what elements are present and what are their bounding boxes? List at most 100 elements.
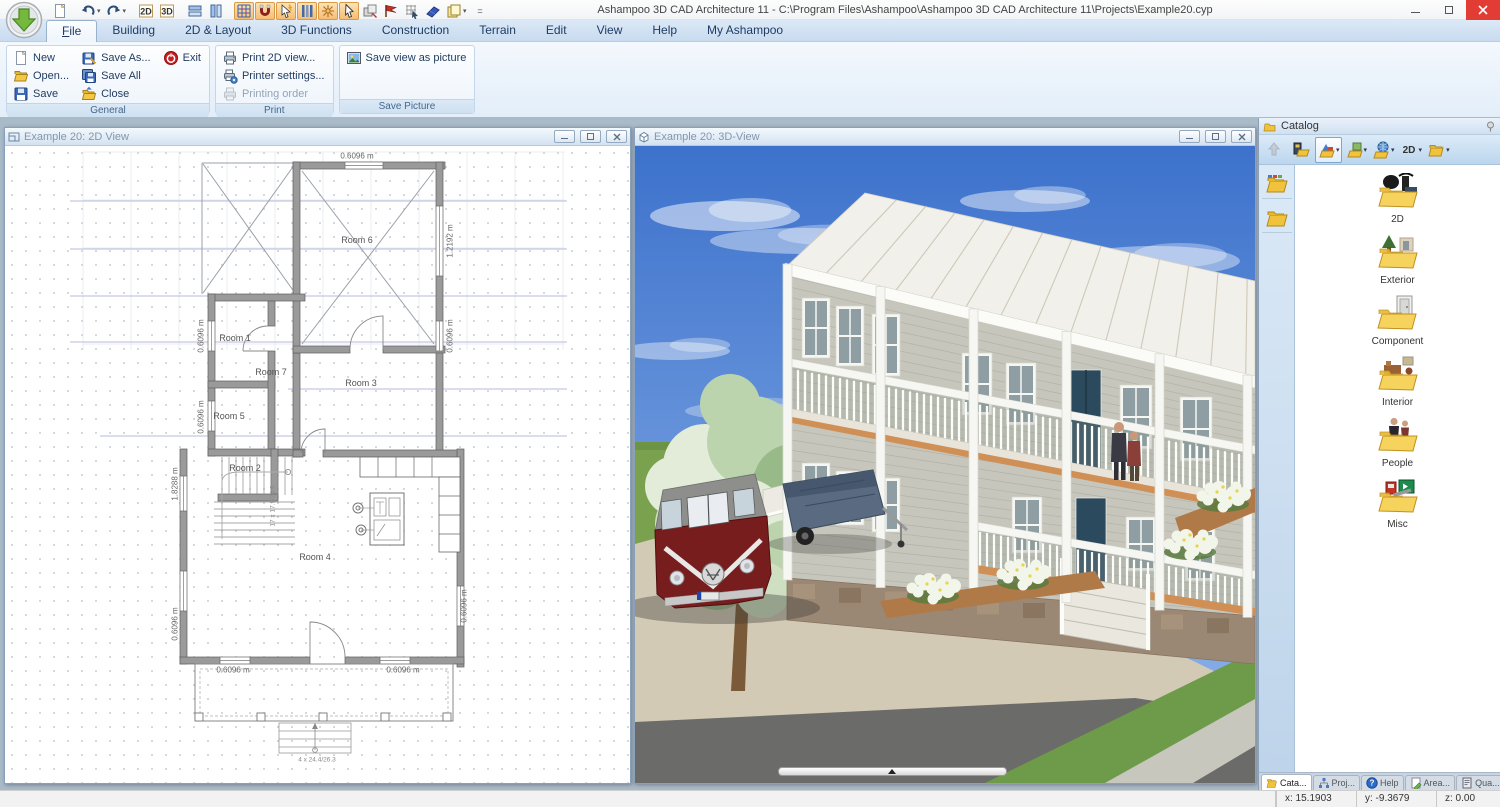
catalog-header[interactable]: Catalog <box>1259 118 1500 135</box>
catalog-folder-icon <box>1263 121 1277 132</box>
room-label: Room 2 <box>229 463 261 473</box>
catalog-toolbar-folder-catalog[interactable]: ▾ <box>1425 137 1452 163</box>
view-rollup-slider[interactable] <box>778 767 1007 776</box>
tab-view[interactable]: View <box>582 20 638 42</box>
maximize-button[interactable] <box>1432 0 1466 20</box>
view-3d-canvas[interactable] <box>635 146 1255 783</box>
dropdown-arrow-icon: ▾ <box>1364 146 1368 154</box>
ribbon-group-label: Print <box>216 103 333 117</box>
tab-construction[interactable]: Construction <box>367 20 464 42</box>
catalog-item-interior[interactable]: Interior <box>1375 356 1421 408</box>
catalog-item-exterior[interactable]: Exterior <box>1375 234 1421 286</box>
catalog-rail-objects[interactable] <box>1262 169 1292 199</box>
catalog-toolbar-objects-catalog[interactable] <box>1288 137 1314 163</box>
qat-undo[interactable]: ▾ <box>78 2 103 20</box>
catalog-item-list: 2D Exterior Component Interior People Misc <box>1295 165 1500 772</box>
qat-snap-magnet[interactable] <box>255 2 275 20</box>
tab-file[interactable]: File <box>46 20 97 42</box>
qat-2d-view[interactable]: 2D <box>136 2 156 20</box>
ribbon-item-close[interactable]: Close <box>81 85 151 103</box>
ribbon-item-printing-order: Printing order <box>222 85 325 103</box>
app-logo-button[interactable] <box>5 1 43 39</box>
qat-redo[interactable]: ▾ <box>104 2 129 20</box>
tab-my-ashampoo[interactable]: My Ashampoo <box>692 20 798 42</box>
ribbon-item-save-as-[interactable]: Save As... <box>81 49 151 67</box>
catalog-item-component[interactable]: Component <box>1372 295 1424 347</box>
qat-grid[interactable] <box>234 2 254 20</box>
dimension-label: 0.6096 m <box>197 400 206 433</box>
tab-building[interactable]: Building <box>97 20 170 42</box>
catalog-tab-proj[interactable]: Proj... <box>1313 775 1361 790</box>
plan-2d-titlebar[interactable]: Example 20: 2D View <box>5 128 630 146</box>
vsplit-icon <box>208 3 224 19</box>
tab-2d-layout[interactable]: 2D & Layout <box>170 20 266 42</box>
ribbon-item-exit[interactable]: Exit <box>163 49 201 67</box>
qat-fill-tool[interactable] <box>381 2 401 20</box>
view-3d-title: Example 20: 3D-View <box>654 131 1174 143</box>
qat-snap-points[interactable] <box>318 2 338 20</box>
catalog-item-people[interactable]: People <box>1375 417 1421 469</box>
ribbon-item-save[interactable]: Save <box>13 85 69 103</box>
tab-help[interactable]: Help <box>637 20 692 42</box>
qat-transform-object[interactable] <box>360 2 380 20</box>
view-3d-titlebar[interactable]: Example 20: 3D-View <box>635 128 1255 146</box>
ribbon-item-save-view-as-picture[interactable]: Save view as picture <box>346 49 467 67</box>
catalog-toolbar-internet-catalog[interactable]: ▾ <box>1370 137 1397 163</box>
plan-minimize-button[interactable] <box>554 130 575 143</box>
qat-copy-options[interactable]: ▾ <box>444 2 469 20</box>
new-icon <box>52 3 68 19</box>
catalog-tab-area[interactable]: Area... <box>1405 775 1456 790</box>
minimize-button[interactable] <box>1398 0 1432 20</box>
svg-text:3D: 3D <box>161 6 173 16</box>
ribbon-group-save-picture: Save view as pictureSave Picture <box>339 45 476 114</box>
ribbon-item-label: Print 2D view... <box>242 52 315 64</box>
catalog-item-label: Interior <box>1382 397 1413 408</box>
view3d-minimize-button[interactable] <box>1179 130 1200 143</box>
qat-grid-edit[interactable] <box>402 2 422 20</box>
catalog-rail-materials[interactable] <box>1262 203 1292 233</box>
qat-new-document[interactable] <box>50 2 70 20</box>
qat-split-vertical[interactable] <box>206 2 226 20</box>
catalog-tab-help[interactable]: ?Help <box>1361 775 1404 790</box>
materials-catalog-icon <box>1345 141 1363 159</box>
pin-icon[interactable] <box>1485 121 1496 132</box>
qat-customize-toolbar[interactable]: = <box>470 2 490 20</box>
redo-icon <box>106 3 122 19</box>
ribbon-item-save-all[interactable]: Save All <box>81 67 151 85</box>
save-icon <box>13 86 29 102</box>
ribbon-item-new[interactable]: New <box>13 49 69 67</box>
ribbon-item-label: Exit <box>183 52 201 64</box>
view3d-maximize-button[interactable] <box>1205 130 1226 143</box>
ribbon-item-print-2d-view-[interactable]: Print 2D view... <box>222 49 325 67</box>
qat-eraser-wedge[interactable] <box>423 2 443 20</box>
status-z-coordinate: z: 0.00 <box>1436 791 1500 807</box>
catalog-toolbar-groups-catalog[interactable]: ▾ <box>1315 137 1342 163</box>
qat-split-horizontal[interactable] <box>185 2 205 20</box>
catalog-toolbar-materials-catalog[interactable]: ▾ <box>1343 137 1370 163</box>
plan-maximize-button[interactable] <box>580 130 601 143</box>
tab-3d-functions[interactable]: 3D Functions <box>266 20 367 42</box>
catalog-toolbar-2d-catalog[interactable]: 2D▾ <box>1398 137 1425 163</box>
catalog-tab-qua[interactable]: Qua... <box>1456 775 1500 790</box>
svg-text:=: = <box>477 6 482 16</box>
qat-selection-arrow[interactable] <box>339 2 359 20</box>
savepic-icon <box>346 50 362 66</box>
catalog-item-misc[interactable]: Misc <box>1375 478 1421 530</box>
ribbon-item-open-[interactable]: Open... <box>13 67 69 85</box>
close-button[interactable] <box>1466 0 1500 20</box>
qat-3d-view[interactable]: 3D <box>157 2 177 20</box>
catalog-tab-cata[interactable]: Cata... <box>1261 774 1312 790</box>
qat-guides[interactable] <box>297 2 317 20</box>
view3d-close-button[interactable] <box>1231 130 1252 143</box>
ribbon-item-label: Open... <box>33 70 69 82</box>
tab-terrain[interactable]: Terrain <box>464 20 531 42</box>
plan-close-button[interactable] <box>606 130 627 143</box>
status-bar: x: 15.1903 y: -9.3679 z: 0.00 <box>0 790 1500 807</box>
catalog-item-label: Misc <box>1387 519 1408 530</box>
catalog-item-2d[interactable]: 2D <box>1375 173 1421 225</box>
tab-edit[interactable]: Edit <box>531 20 582 42</box>
plan-2d-canvas[interactable]: Room 6Room 1Room 7Room 3Room 5Room 2Room… <box>5 146 630 783</box>
open-icon <box>13 68 29 84</box>
qat-select-elements[interactable] <box>276 2 296 20</box>
ribbon-item-printer-settings-[interactable]: Printer settings... <box>222 67 325 85</box>
